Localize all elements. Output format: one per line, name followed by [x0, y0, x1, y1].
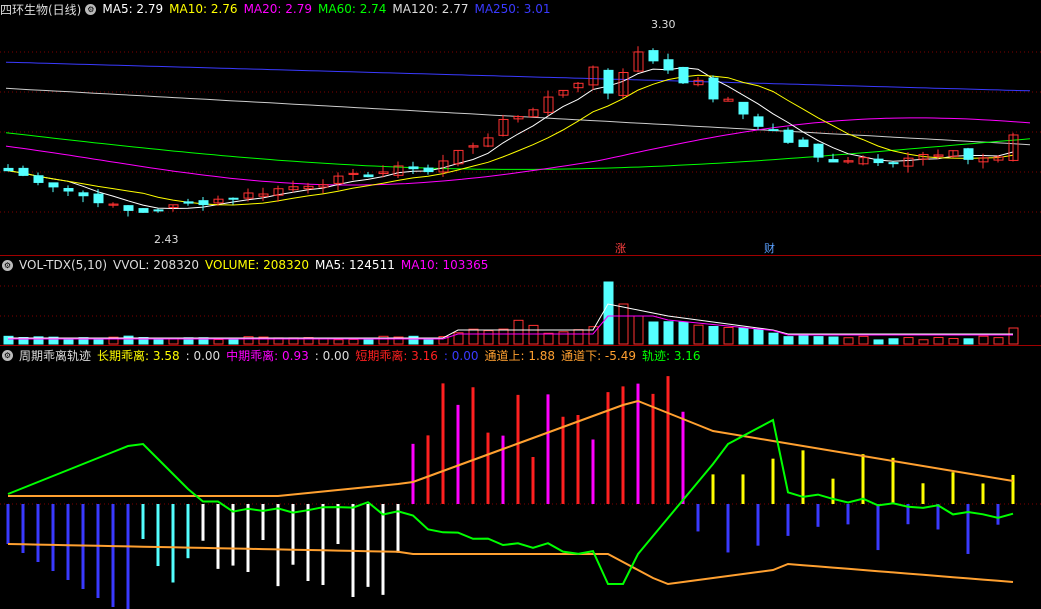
ma-short-line-1 [7, 74, 1014, 206]
candle-body [768, 129, 779, 132]
volume-bar [468, 328, 479, 345]
volume-bar [513, 319, 524, 345]
volume-bar [918, 339, 929, 345]
volume-bar [963, 338, 974, 345]
volume-bar [813, 336, 824, 345]
candle-body [18, 167, 29, 176]
candle-body [873, 158, 884, 164]
candle-body [363, 174, 374, 178]
volume-bar [708, 326, 719, 345]
volume-bar [528, 324, 539, 345]
volume-bar [498, 328, 509, 345]
candle-body [663, 59, 674, 71]
high-price-label: 3.30 [651, 18, 676, 31]
volume-bar [333, 339, 344, 345]
volume-bar [993, 337, 1004, 345]
volume-bar [888, 338, 899, 345]
volume-bar [213, 339, 224, 345]
candle-body [408, 166, 419, 170]
volume-bar [3, 335, 14, 345]
volume-bar [693, 324, 704, 345]
volume-ma5-line [8, 303, 1013, 339]
volume-panel[interactable]: ⚙ VOL-TDX(5,10) VVOL: 208320 VOLUME: 2083… [0, 256, 1041, 346]
volume-bar [798, 335, 809, 345]
low-price-label: 2.43 [154, 233, 179, 246]
candle-body [648, 50, 659, 62]
price-chart[interactable] [0, 0, 1041, 256]
volume-bar [948, 338, 959, 345]
volume-bar [723, 326, 734, 345]
ma-line-0 [5, 61, 1031, 92]
volume-bar [618, 303, 629, 345]
volume-bar [873, 339, 884, 345]
candle-body [183, 201, 194, 204]
volume-bar [783, 336, 794, 345]
candle-body [738, 101, 749, 115]
candle-body [33, 175, 44, 183]
candle-body [3, 167, 14, 172]
candle-body [798, 139, 809, 148]
cycle-chart[interactable] [0, 346, 1041, 609]
candle-body [678, 66, 689, 84]
candle-body [93, 193, 104, 204]
candle-body [603, 69, 614, 94]
candle-body [123, 205, 134, 211]
candle-body [708, 77, 719, 100]
volume-bar [678, 321, 689, 345]
cycle-panel[interactable]: ⚙ 周期乖离轨迹 长期乖离: 3.58: 0.00 中期乖离: 0.93: 0.0… [0, 346, 1041, 609]
volume-bar [93, 338, 104, 345]
volume-chart[interactable] [0, 256, 1041, 346]
volume-bar [483, 330, 494, 345]
candle-body [888, 162, 899, 165]
volume-bar [603, 281, 614, 345]
event-marker-zhang[interactable]: 涨 [615, 240, 626, 256]
candle-body [963, 148, 974, 160]
candle-body [813, 143, 824, 158]
volume-bar [753, 328, 764, 345]
volume-bar [1008, 327, 1019, 345]
volume-bar [663, 321, 674, 345]
candle-body [48, 182, 59, 188]
candle-body [423, 167, 434, 173]
price-panel[interactable]: 四环生物(日线) ⚙ MA5: 2.79 MA10: 2.76 MA20: 2.79… [0, 0, 1041, 256]
candle-body [153, 209, 164, 212]
ma-short-line-0 [7, 67, 1014, 210]
volume-bar [123, 335, 134, 345]
volume-bar [378, 335, 389, 345]
volume-bar [978, 335, 989, 345]
volume-bar [738, 327, 749, 345]
candle-body [783, 129, 794, 143]
volume-bar [903, 337, 914, 345]
volume-bar [828, 336, 839, 345]
event-marker-cai[interactable]: 财 [764, 240, 775, 256]
candle-body [198, 200, 209, 206]
volume-bar [408, 335, 419, 345]
candle-body [753, 116, 764, 127]
volume-bar [348, 338, 359, 345]
volume-bar [633, 315, 644, 345]
volume-bar [768, 332, 779, 345]
candle-body [63, 188, 74, 192]
candle-body [138, 208, 149, 213]
volume-bar [843, 337, 854, 345]
volume-ma10-line [8, 315, 1013, 340]
volume-bar [573, 329, 584, 345]
volume-bar [648, 321, 659, 345]
volume-bar [858, 335, 869, 345]
volume-bar [933, 336, 944, 345]
volume-bar [543, 332, 554, 345]
candle-body [828, 159, 839, 163]
candle-body [78, 192, 89, 197]
candle-body [228, 197, 239, 200]
volume-bar [63, 338, 74, 345]
